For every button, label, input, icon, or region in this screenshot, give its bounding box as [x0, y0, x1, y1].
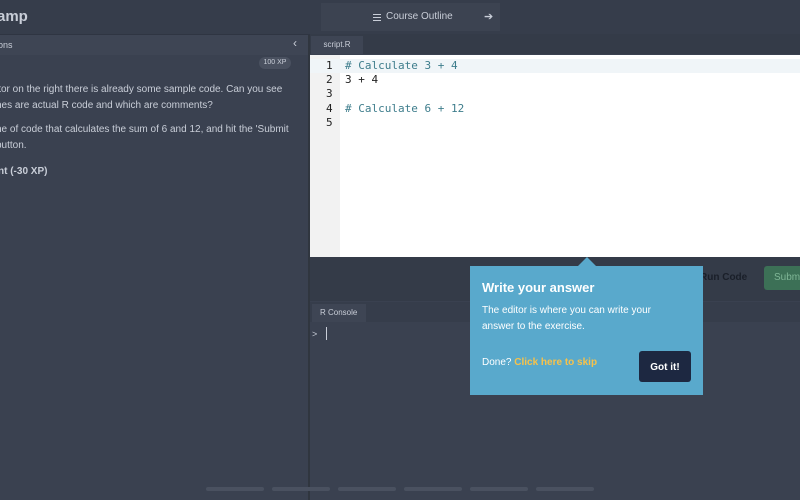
code-line[interactable]: 4 # Calculate 6 + 12 — [310, 102, 800, 116]
line-number: 3 — [326, 87, 333, 100]
hint-link[interactable]: nt (-30 XP) — [0, 166, 47, 177]
course-outline-label: Course Outline — [386, 11, 453, 22]
onboarding-tooltip: Write your answer The editor is where yo… — [470, 266, 703, 395]
line-number: 2 — [326, 73, 333, 86]
tab-script-r[interactable]: script.R — [311, 36, 363, 54]
progress-dot — [404, 487, 462, 491]
tooltip-arrow — [578, 257, 596, 266]
code-editor[interactable]: 1 # Calculate 3 + 4 2 3 + 4 3 4 # Calcul… — [310, 55, 800, 257]
skip-tour-link[interactable]: Click here to skip — [514, 357, 597, 368]
tooltip-done-line: Done? Click here to skip — [482, 357, 597, 368]
code-line[interactable]: 2 3 + 4 — [310, 73, 800, 87]
menu-icon — [373, 14, 381, 21]
got-it-button[interactable]: Got it! — [639, 351, 691, 382]
tooltip-body: The editor is where you can write your a… — [482, 305, 651, 332]
code-text: # Calculate 6 + 12 — [345, 102, 465, 115]
instructions-header: ons ‹ — [0, 35, 308, 55]
console-prompt: > — [312, 329, 318, 339]
arrow-right-icon[interactable]: ➔ — [484, 10, 493, 23]
progress-dot — [338, 487, 396, 491]
code-text: # Calculate 3 + 4 — [345, 59, 458, 72]
progress-dot — [272, 487, 330, 491]
course-outline-button[interactable]: Course Outline — [321, 3, 500, 31]
instruction-paragraph: ne of code that calculates the sum of 6 … — [0, 124, 289, 151]
progress-dot — [536, 487, 594, 491]
code-text: 3 + 4 — [345, 73, 379, 86]
code-line[interactable]: 1 # Calculate 3 + 4 — [310, 59, 800, 73]
app-logo[interactable]: amp — [0, 8, 28, 25]
collapse-chevron-icon[interactable]: ‹ — [293, 36, 297, 50]
tab-r-console[interactable]: R Console — [312, 304, 366, 322]
run-code-button[interactable]: Run Code — [700, 266, 756, 290]
line-number: 5 — [326, 116, 333, 129]
tooltip-title: Write your answer — [482, 280, 595, 295]
line-number: 4 — [326, 102, 333, 115]
done-prefix: Done? — [482, 357, 512, 368]
editor-tab-bar — [310, 34, 800, 54]
instructions-title: ons — [0, 40, 13, 50]
line-number: 1 — [326, 59, 333, 72]
xp-badge: 100 XP — [259, 57, 291, 69]
progress-dot — [206, 487, 264, 491]
code-line[interactable]: 5 — [310, 116, 800, 130]
progress-dot — [470, 487, 528, 491]
instruction-paragraph: itor on the right there is already some … — [0, 84, 283, 111]
console-cursor — [326, 327, 327, 340]
submit-answer-button[interactable]: Subm — [764, 266, 800, 290]
code-line[interactable]: 3 — [310, 87, 800, 101]
